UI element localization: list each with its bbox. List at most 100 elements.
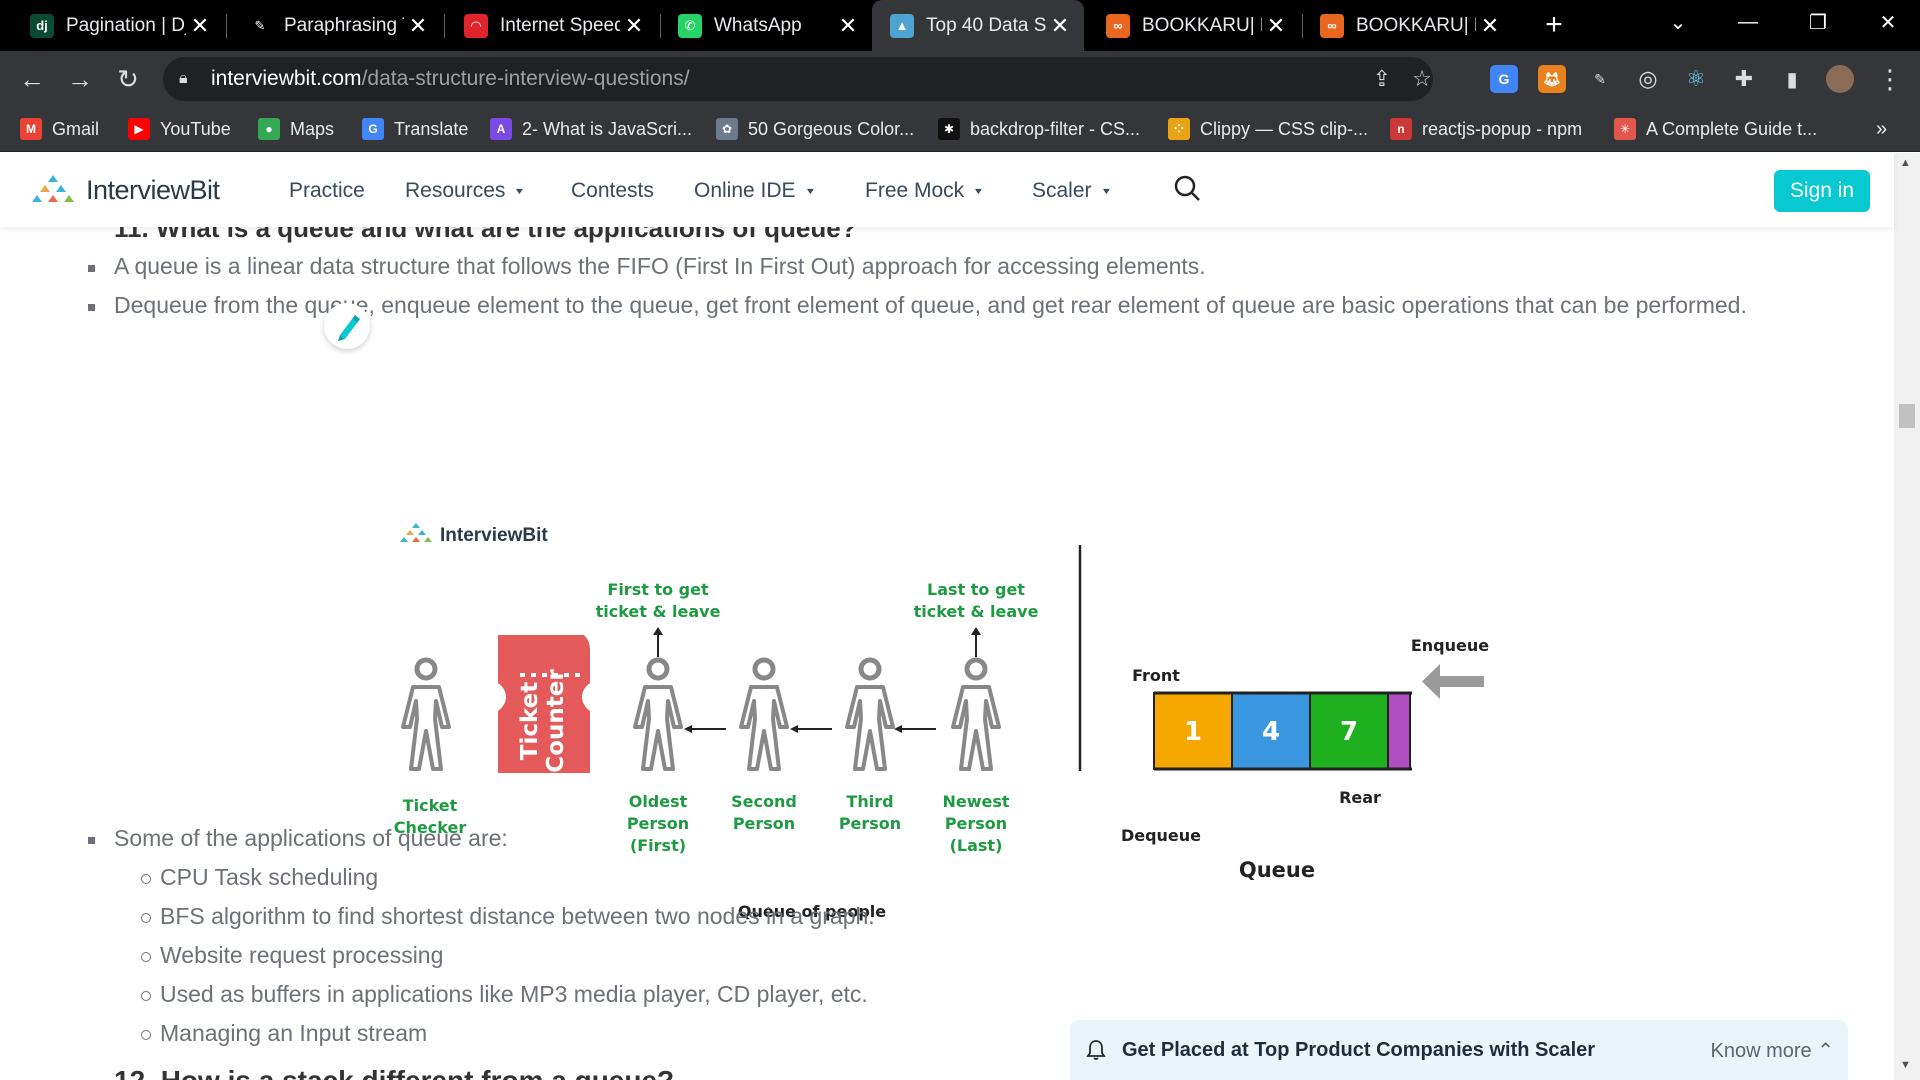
profile-avatar[interactable]	[1826, 65, 1854, 93]
page-viewport: 11. What is a queue and what are the app…	[0, 153, 1920, 1080]
bookmark-label: backdrop-filter - CS...	[970, 118, 1141, 139]
address-bar[interactable]: 🔒︎ interviewbit.com/data-structure-inter…	[163, 57, 1433, 101]
application-item: BFS algorithm to find shortest distance …	[141, 903, 875, 929]
new-tab-button[interactable]: +	[1536, 8, 1572, 44]
close-tab-icon[interactable]: ✕	[620, 13, 648, 39]
bookmark-item[interactable]: ⁘ Clippy — CSS clip-...	[1168, 107, 1368, 151]
scroll-down-arrow[interactable]: ▼	[1900, 1059, 1911, 1071]
nav-resources[interactable]: Resources ▼	[405, 179, 526, 203]
tab-4[interactable]: ✆ WhatsApp ✕	[660, 0, 872, 51]
bookmark-item[interactable]: M Gmail	[20, 107, 99, 151]
bookmark-item[interactable]: ✱ backdrop-filter - CS...	[938, 107, 1140, 151]
tab-search-icon[interactable]: ⌄	[1650, 0, 1706, 44]
site-logo[interactable]: InterviewBit	[24, 173, 220, 207]
url-text: interviewbit.com/data-structure-intervie…	[211, 67, 690, 90]
bookmark-label: 2- What is JavaScri...	[522, 118, 693, 139]
tab-1[interactable]: dj Pagination | Dj ✕	[12, 0, 224, 51]
bookmark-label: A Complete Guide t...	[1646, 118, 1818, 139]
bookmarks-bar: M Gmail ▶ YouTube ● Maps G Translate A 2- What is…	[0, 107, 1920, 152]
close-tab-icon[interactable]: ✕	[186, 13, 214, 39]
bookmark-label: Gmail	[52, 118, 100, 139]
queue-cell	[1387, 692, 1411, 770]
guide-icon: ✳	[1614, 118, 1636, 140]
csstricks-icon: ✱	[938, 118, 960, 140]
bookmark-item[interactable]: A 2- What is JavaScri...	[490, 107, 692, 151]
application-item: CPU Task scheduling	[140, 864, 379, 890]
bookmark-item[interactable]: ▶ YouTube	[128, 107, 231, 151]
bookmark-label: Translate	[394, 118, 469, 139]
scaler-banner[interactable]: Get Placed at Top Product Companies with…	[1070, 1020, 1848, 1080]
close-tab-icon[interactable]: ✕	[834, 13, 862, 39]
newest-person-figure	[951, 657, 1001, 771]
tab-6[interactable]: ∞ BOOKKARU| Bu✕	[1088, 0, 1300, 51]
banner-message: Get Placed at Top Product Companies with…	[1122, 1038, 1596, 1061]
reload-icon[interactable]: ↻	[110, 61, 146, 97]
forward-icon[interactable]: →	[62, 61, 98, 97]
tab-2[interactable]: ✎ Paraphrasing T ✕	[230, 0, 442, 51]
scrollbar-thumb[interactable]	[1899, 404, 1915, 428]
tab-3[interactable]: ◠ Internet Speed ✕	[446, 0, 658, 51]
pen-extension-icon[interactable]: ✎	[1586, 65, 1614, 93]
bookmark-label: reactjs-popup - npm	[1422, 118, 1583, 139]
translate-icon: G	[362, 118, 384, 140]
target-extension-icon[interactable]: ◎	[1634, 65, 1662, 93]
nav-practice[interactable]: Practice	[289, 179, 365, 203]
share-icon[interactable]: ⇪	[1369, 66, 1395, 91]
tab-title: Paraphrasing T	[284, 14, 404, 36]
search-icon[interactable]	[1172, 173, 1202, 203]
close-tab-icon[interactable]: ✕	[1476, 13, 1504, 39]
bookmark-star-icon[interactable]: ☆	[1409, 66, 1435, 91]
bookmark-label: Maps	[290, 118, 335, 139]
menu-kebab-icon[interactable]: ⋮	[1872, 61, 1908, 97]
minimize-button[interactable]: —	[1720, 0, 1776, 44]
chevron-down-icon: ▼	[1100, 186, 1112, 196]
bullet-queue-definition: A queue is a linear data structure that …	[88, 253, 1206, 279]
nav-free-mock[interactable]: Free Mock ▼	[865, 179, 984, 203]
restore-button[interactable]: ❐	[1790, 0, 1846, 44]
bookmark-item[interactable]: n reactjs-popup - npm	[1390, 107, 1582, 151]
metamask-extension-icon[interactable]: 🦊︎	[1538, 65, 1566, 93]
nav-label: Scaler	[1032, 179, 1092, 202]
nav-label: Practice	[289, 179, 365, 202]
close-tab-icon[interactable]: ✕	[1046, 13, 1074, 39]
tab-7[interactable]: ∞ BOOKKARU| Bu✕	[1302, 0, 1514, 51]
bookmark-item[interactable]: ✳ A Complete Guide t...	[1614, 107, 1817, 151]
application-item: Used as buffers in applications like MP3…	[141, 981, 868, 1007]
close-tab-icon[interactable]: ✕	[404, 13, 432, 39]
close-tab-icon[interactable]: ✕	[1262, 13, 1290, 39]
extensions-puzzle-icon[interactable]: ✚	[1730, 65, 1758, 93]
chevron-down-icon: ▼	[804, 186, 816, 196]
google-translate-extension-icon[interactable]: G	[1490, 65, 1518, 93]
side-panel-icon[interactable]: ▮	[1778, 65, 1806, 93]
nav-scaler[interactable]: Scaler ▼	[1032, 179, 1112, 203]
sign-in-button[interactable]: Sign in	[1774, 170, 1870, 212]
react-devtools-icon[interactable]: ⚛	[1682, 65, 1710, 93]
bookmark-item[interactable]: ● Maps	[258, 107, 334, 151]
page-scrollbar[interactable]: ▲ ▼	[1894, 153, 1920, 1080]
npm-icon: n	[1390, 118, 1412, 140]
nav-online-ide[interactable]: Online IDE ▼	[694, 179, 816, 203]
nav-label: Free Mock	[865, 179, 965, 202]
person-label: Oldest Person (First)	[626, 792, 690, 855]
tab-5[interactable]: ▲ Top 40 Data St ✕	[872, 0, 1084, 51]
back-icon[interactable]: ←	[14, 61, 50, 97]
speed-icon: ◠	[464, 13, 488, 38]
bookmark-item[interactable]: ✿ 50 Gorgeous Color...	[716, 107, 914, 151]
bookmark-item[interactable]: G Translate	[362, 107, 468, 151]
dequeue-label: Dequeue	[1120, 826, 1202, 845]
first-to-leave-label: First to get ticket & leave	[595, 580, 721, 621]
close-window-button[interactable]: ✕	[1860, 0, 1916, 44]
palette-icon: ✿	[716, 118, 738, 140]
queue-cell-value: 4	[1262, 717, 1280, 747]
more-bookmarks-icon[interactable]: »	[1876, 107, 1887, 151]
maps-icon: ●	[258, 118, 280, 140]
nav-contests[interactable]: Contests	[571, 179, 654, 203]
tab-strip: dj Pagination | Dj ✕ ✎ Paraphrasing T ✕ ◠ Inter…	[0, 0, 1920, 51]
scroll-up-arrow[interactable]: ▲	[1900, 157, 1911, 169]
nav-label: Resources	[405, 179, 506, 202]
next-question-heading: 12. How is a stack different from a queu…	[114, 1065, 674, 1080]
person-label: Third Person	[838, 792, 902, 833]
nav-label: Contests	[571, 179, 654, 202]
know-more-link[interactable]: Know more ⌃	[1711, 1038, 1834, 1063]
pen-icon[interactable]	[324, 303, 370, 349]
